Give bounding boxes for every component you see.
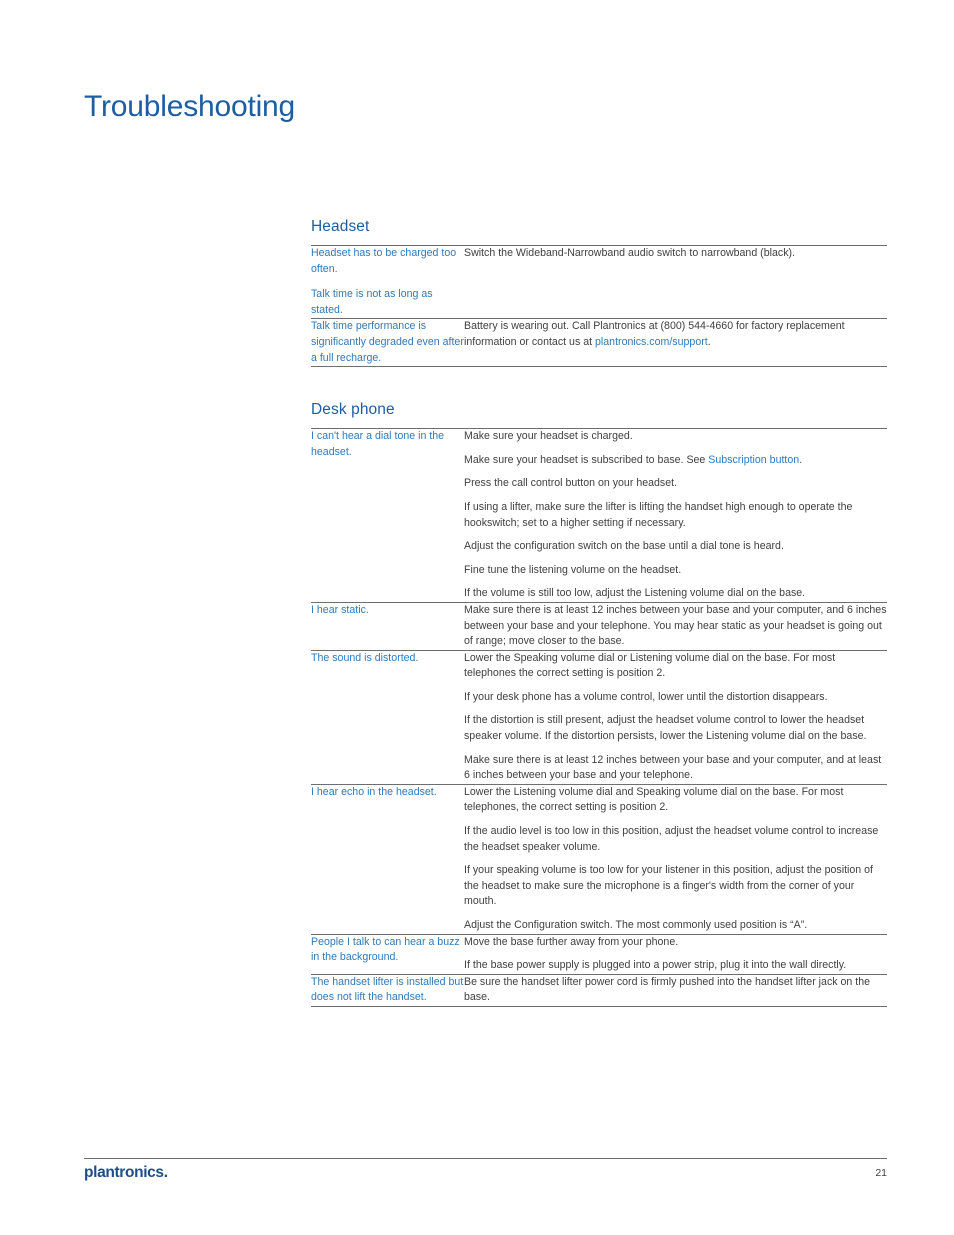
solution-text-run: . xyxy=(707,335,711,348)
symptom-cell: The handset lifter is installed but does… xyxy=(311,973,464,1007)
table-row: I can't hear a dial tone in the headset.… xyxy=(311,428,887,603)
section-heading: Headset xyxy=(311,218,370,235)
solution-text: Make sure there is at least 12 inches be… xyxy=(464,753,887,784)
solution-text: Be sure the handset lifter power cord is… xyxy=(464,975,887,1006)
table-row: I hear echo in the headset. Lower the Lis… xyxy=(311,783,887,935)
solution-text: Adjust the configuration switch on the b… xyxy=(464,539,887,555)
logo-wordmark: plantronics xyxy=(84,1164,164,1181)
symptom-cell: I hear echo in the headset. xyxy=(311,783,464,935)
section-desk-phone: Desk phone I can't hear a dial tone in th… xyxy=(311,401,887,1007)
solution-cell: Lower the Speaking volume dial or Listen… xyxy=(464,649,887,785)
symptom-text: Headset has to be charged too often. xyxy=(311,247,457,275)
symptom-cell: The sound is distorted. xyxy=(311,649,464,785)
solution-text-run: Adjust the Configuration switch. The mos… xyxy=(464,919,808,931)
troubleshooting-table: I can't hear a dial tone in the headset.… xyxy=(311,428,887,1007)
solution-text-run: Press the call control button on your he… xyxy=(464,477,678,490)
solution-text-run: If your speaking volume is too low for y… xyxy=(464,864,874,908)
solution-text: Move the base further away from your pho… xyxy=(464,935,887,951)
solution-text: If the distortion is still present, adju… xyxy=(464,713,887,744)
solution-text: Make sure your headset is charged. xyxy=(464,429,887,445)
table-row: The handset lifter is installed but does… xyxy=(311,973,887,1007)
symptom-text: The handset lifter is installed but does… xyxy=(311,975,464,1004)
content-column: Headset Headset has to be charged too oft… xyxy=(311,218,887,1007)
solution-text: Make sure your headset is subscribed to … xyxy=(464,453,887,469)
cross-reference-link[interactable]: plantronics.com/support xyxy=(595,336,708,348)
section-headset: Headset Headset has to be charged too oft… xyxy=(311,218,887,368)
solution-text: If the audio level is too low in this po… xyxy=(464,824,887,855)
solution-text-run: If your desk phone has a volume control,… xyxy=(464,690,828,703)
symptom-cell: Talk time performance is significantly d… xyxy=(311,318,464,368)
logo-period: . xyxy=(163,1164,168,1181)
solution-text-run: Move the base further away from your pho… xyxy=(464,935,679,948)
symptom-cell: I can't hear a dial tone in the headset. xyxy=(311,428,464,603)
solution-text: If your desk phone has a volume control,… xyxy=(464,690,887,706)
table-row: People I talk to can hear a buzz in the … xyxy=(311,933,887,975)
solution-text: If your speaking volume is too low for y… xyxy=(464,863,887,910)
document-page: Troubleshooting Headset Headset has to be… xyxy=(0,0,954,1235)
solution-text-run: If the distortion is still present, adju… xyxy=(464,714,867,743)
table-row: The sound is distorted. Lower the Speakin… xyxy=(311,649,887,785)
symptom-text: The sound is distorted. xyxy=(311,651,419,664)
solution-text-run: If the audio level is too low in this po… xyxy=(464,825,879,853)
solution-text: If the base power supply is plugged into… xyxy=(464,958,887,974)
solution-text: Battery is wearing out. Call Plantronics… xyxy=(464,319,887,350)
solution-text: If the volume is still too low, adjust t… xyxy=(464,586,887,602)
table-row: Headset has to be charged too often. Talk… xyxy=(311,244,887,319)
plantronics-logo: plantronics. xyxy=(84,1165,168,1181)
solution-text-run: . xyxy=(799,453,803,466)
solution-text: If using a lifter, make sure the lifter … xyxy=(464,500,887,531)
symptom-text: Talk time performance is significantly d… xyxy=(311,320,464,364)
solution-cell: Lower the Listening volume dial and Spea… xyxy=(464,783,887,935)
solution-text: Lower the Speaking volume dial or Listen… xyxy=(464,651,887,682)
symptom-cell: People I talk to can hear a buzz in the … xyxy=(311,933,464,975)
solution-text-run: If the base power supply is plugged into… xyxy=(464,959,847,972)
solution-text: Make sure there is at least 12 inches be… xyxy=(464,603,887,650)
table-row: Talk time performance is significantly d… xyxy=(311,318,887,368)
solution-text: Adjust the Configuration switch. The mos… xyxy=(464,918,887,934)
solution-text-run: If the volume is still too low, adjust t… xyxy=(464,587,806,600)
page-title: Troubleshooting xyxy=(84,90,296,124)
symptom-cell: Headset has to be charged too often. Talk… xyxy=(311,244,464,319)
troubleshooting-table: Headset has to be charged too often. Talk… xyxy=(311,244,887,368)
solution-text-run: Make sure there is at least 12 inches be… xyxy=(464,603,887,648)
solution-text: Press the call control button on your he… xyxy=(464,476,887,492)
solution-text-run: Be sure the handset lifter power cord is… xyxy=(464,975,871,1004)
solution-text: Switch the Wideband-Narrowband audio swi… xyxy=(464,246,887,262)
solution-text: Lower the Listening volume dial and Spea… xyxy=(464,785,887,816)
solution-cell: Make sure your headset is charged. Make s… xyxy=(464,428,887,603)
symptom-cell: I hear static. xyxy=(311,601,464,651)
symptom-text: I hear static. xyxy=(311,603,369,616)
cross-reference-link[interactable]: Subscription button xyxy=(708,454,799,466)
table-row: I hear static. Make sure there is at leas… xyxy=(311,601,887,651)
solution-cell: Make sure there is at least 12 inches be… xyxy=(464,601,887,651)
solution-cell: Move the base further away from your pho… xyxy=(464,933,887,975)
symptom-text: I hear echo in the headset. xyxy=(311,785,437,798)
symptom-text: I can't hear a dial tone in the headset. xyxy=(311,430,445,458)
solution-text-run: Fine tune the listening volume on the he… xyxy=(464,563,682,576)
solution-text-run: Make sure there is at least 12 inches be… xyxy=(464,753,882,782)
solution-cell: Be sure the handset lifter power cord is… xyxy=(464,973,887,1007)
section-heading: Desk phone xyxy=(311,401,395,419)
solution-text-run: Make sure your headset is subscribed to … xyxy=(464,453,709,466)
solution-text-run: Make sure your headset is charged. xyxy=(464,430,633,443)
solution-text: Fine tune the listening volume on the he… xyxy=(464,563,887,579)
solution-text-run: If using a lifter, make sure the lifter … xyxy=(464,500,853,529)
solution-text-run: Lower the Speaking volume dial or Listen… xyxy=(464,651,836,680)
solution-cell: Switch the Wideband-Narrowband audio swi… xyxy=(464,244,887,319)
solution-text-run: Adjust the configuration switch on the b… xyxy=(464,540,784,553)
solution-text-run: Lower the Listening volume dial and Spea… xyxy=(464,785,844,814)
footer-divider xyxy=(84,1158,887,1159)
solution-text-run: Switch the Wideband-Narrowband audio swi… xyxy=(464,247,795,259)
symptom-text: People I talk to can hear a buzz in the … xyxy=(311,935,460,964)
symptom-text: Talk time is not as long as stated. xyxy=(311,288,433,316)
page-number: 21 xyxy=(875,1167,887,1179)
solution-cell: Battery is wearing out. Call Plantronics… xyxy=(464,318,887,368)
